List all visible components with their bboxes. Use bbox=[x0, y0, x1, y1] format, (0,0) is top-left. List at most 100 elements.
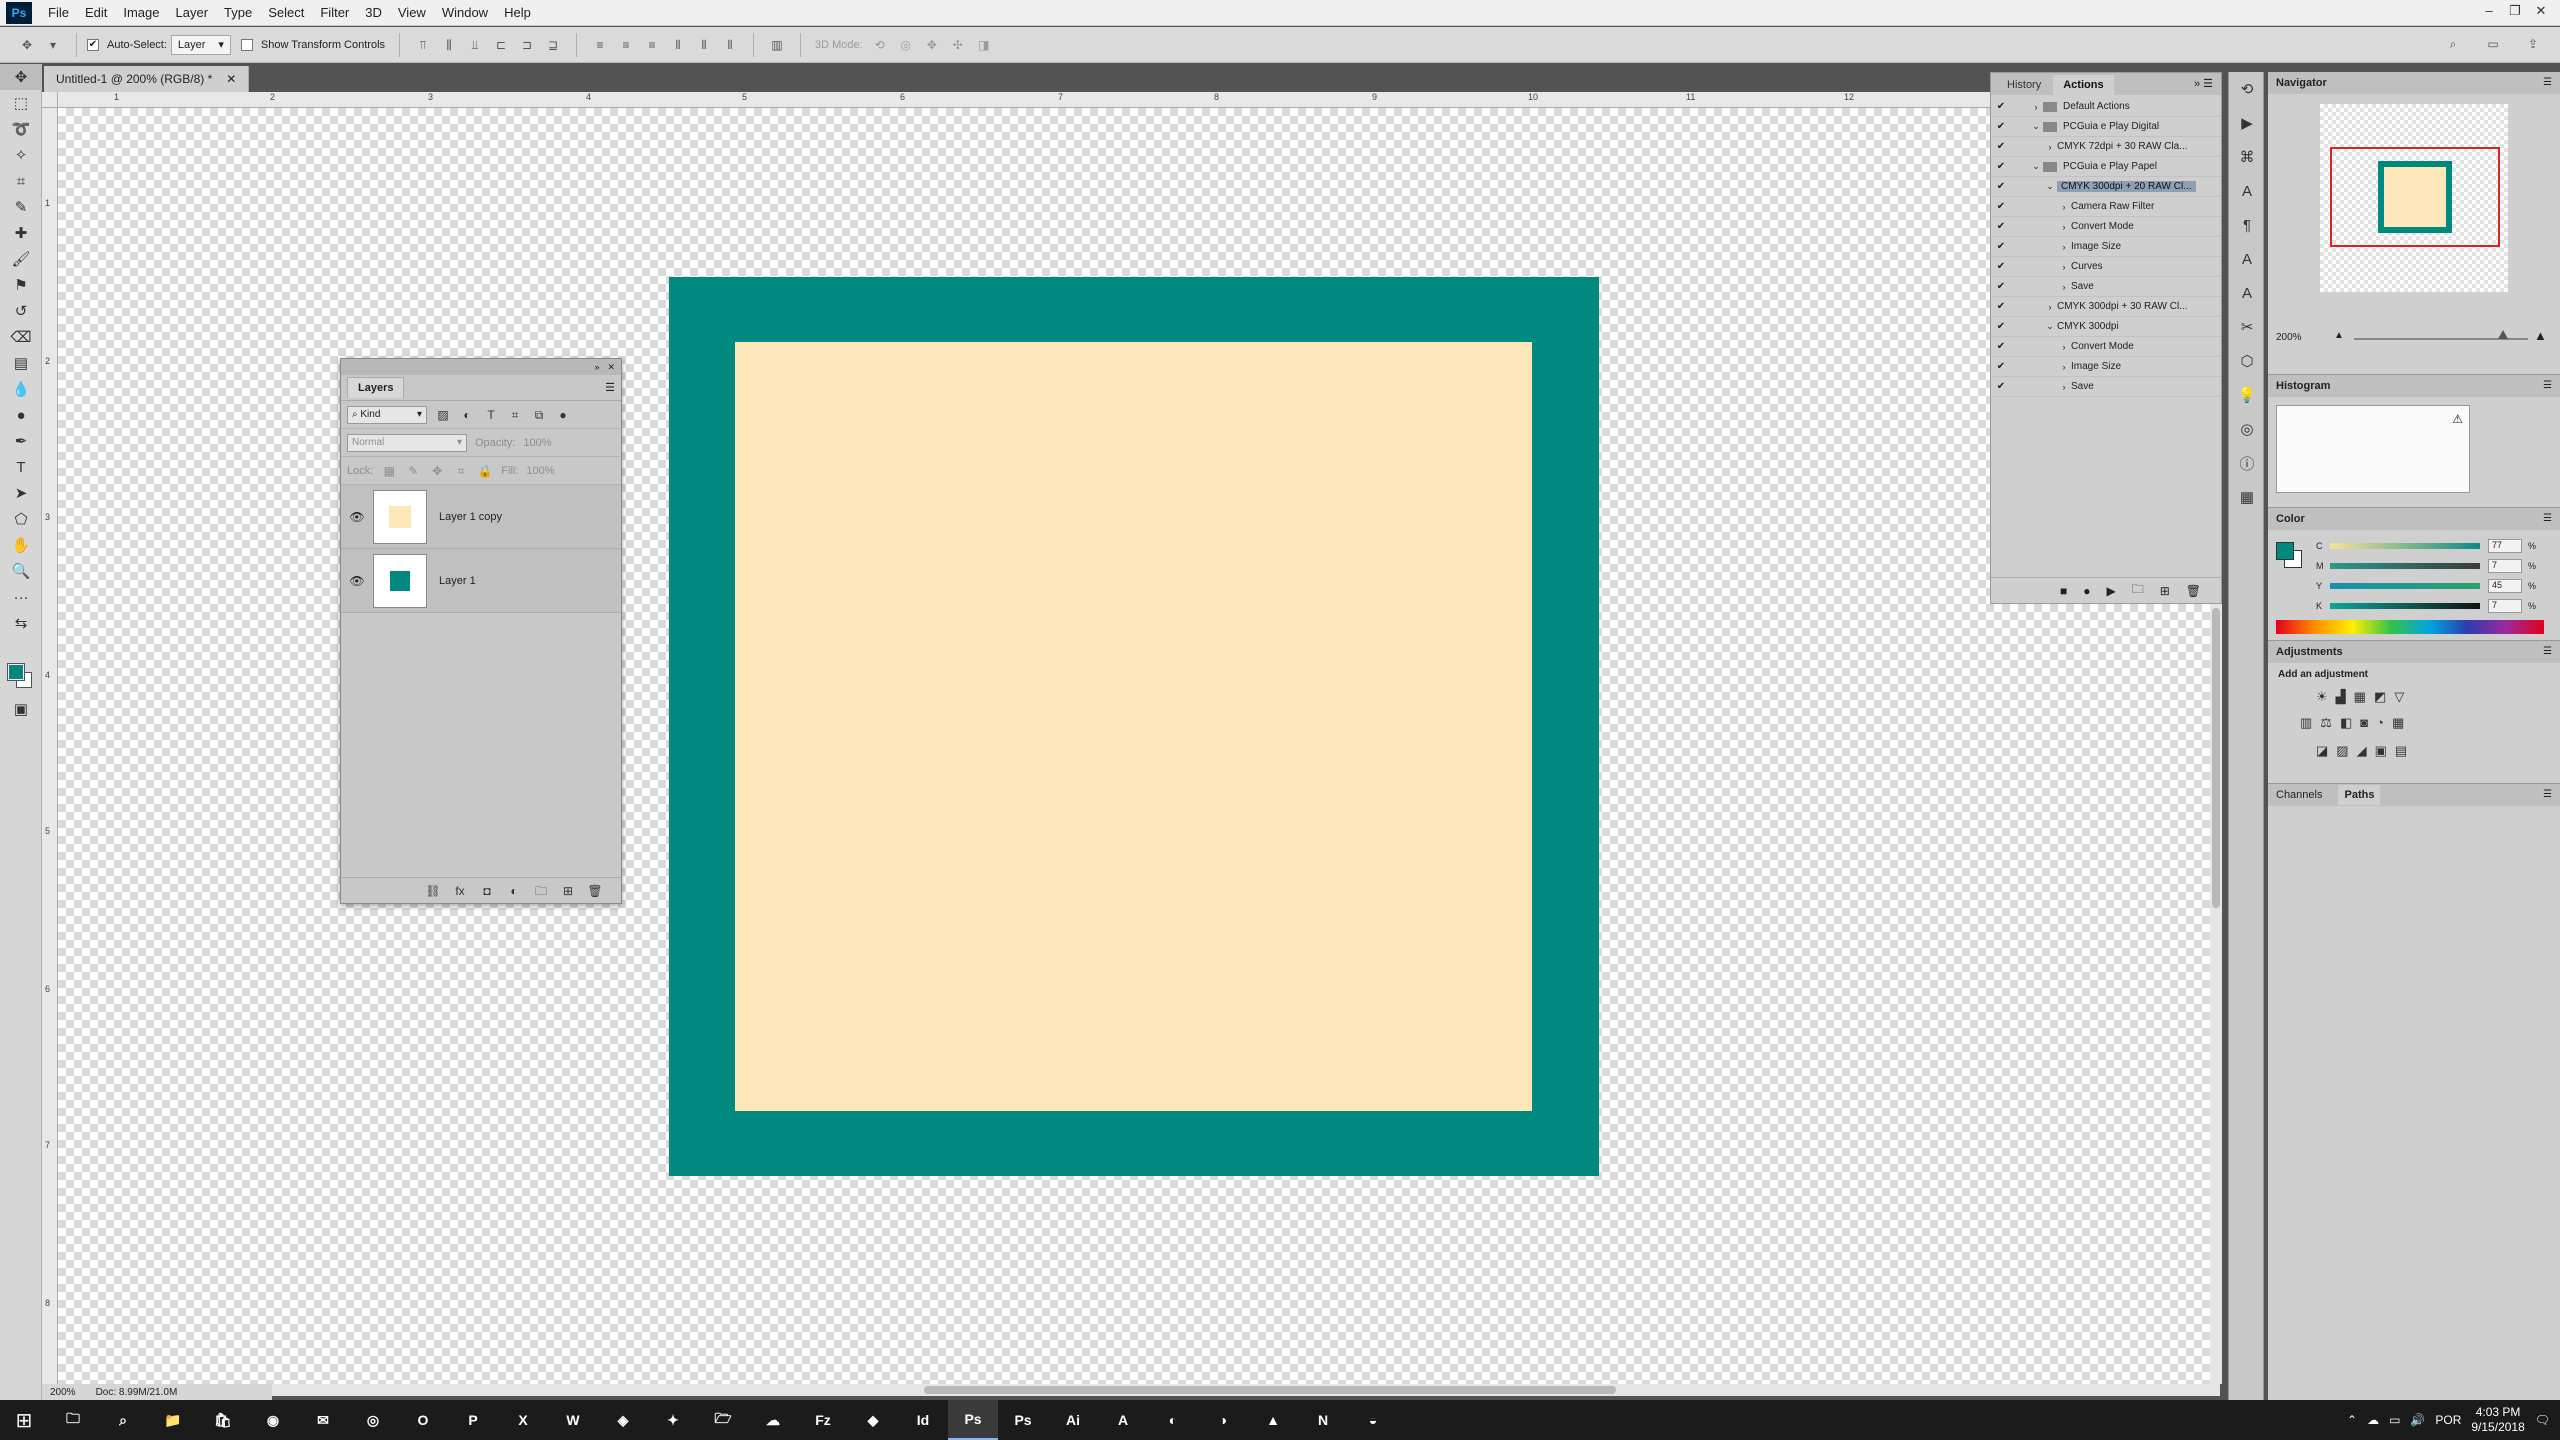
toggle-check-icon[interactable]: ✔ bbox=[1991, 261, 2011, 272]
toggle-check-icon[interactable]: ✔ bbox=[1991, 221, 2011, 232]
toggle-check-icon[interactable]: ✔ bbox=[1991, 101, 2011, 112]
new-action-icon[interactable]: ⊞ bbox=[2160, 584, 2170, 598]
workspace-icon[interactable]: ▭ bbox=[2484, 35, 2502, 53]
taskbar-chrome-icon[interactable]: ◉ bbox=[248, 1400, 298, 1440]
swatches-icon[interactable]: ▦ bbox=[2229, 480, 2265, 514]
distribute-bottom-icon[interactable]: ≡ bbox=[643, 36, 661, 54]
cyan-slider[interactable] bbox=[2330, 543, 2480, 549]
restore-button[interactable]: ❐ bbox=[2502, 0, 2528, 22]
show-transform-checkbox[interactable] bbox=[240, 38, 253, 51]
toggle-check-icon[interactable]: ✔ bbox=[1991, 281, 2011, 292]
action-row[interactable]: ✔ › CMYK 72dpi + 30 RAW Cla... bbox=[1991, 137, 2221, 157]
pen-tool-icon[interactable]: ✒ bbox=[0, 428, 42, 454]
magic-wand-tool-icon[interactable]: ✧ bbox=[0, 142, 42, 168]
action-row[interactable]: ✔ › Curves bbox=[1991, 257, 2221, 277]
taskbar-photoshop-alt-icon[interactable]: Ps bbox=[998, 1400, 1048, 1440]
toggle-check-icon[interactable]: ✔ bbox=[1991, 181, 2011, 192]
lock-position-icon[interactable]: ✥ bbox=[429, 463, 445, 479]
distribute-right-icon[interactable]: ⦀ bbox=[721, 36, 739, 54]
dialog-toggle[interactable] bbox=[2011, 341, 2025, 353]
link-layers-icon[interactable]: ⛓ bbox=[425, 883, 441, 899]
distribute-left-icon[interactable]: ⦀ bbox=[669, 36, 687, 54]
toggle-check-icon[interactable]: ✔ bbox=[1991, 341, 2011, 352]
cloud-icon[interactable]: ☁ bbox=[2367, 1413, 2379, 1427]
network-icon[interactable]: ▭ bbox=[2389, 1413, 2400, 1427]
navigator-preview[interactable] bbox=[2320, 104, 2508, 292]
styles-icon[interactable]: ◎ bbox=[2229, 412, 2265, 446]
adjustments-title[interactable]: Adjustments bbox=[2276, 646, 2343, 658]
libraries-icon[interactable]: ⌘ bbox=[2229, 140, 2265, 174]
toggle-check-icon[interactable]: ✔ bbox=[1991, 241, 2011, 252]
lock-transparent-icon[interactable]: ▦ bbox=[381, 463, 397, 479]
taskbar-word-icon[interactable]: W bbox=[548, 1400, 598, 1440]
taskbar-adobe-cc-icon[interactable]: ◈ bbox=[598, 1400, 648, 1440]
action-row[interactable]: ✔ › CMYK 300dpi + 30 RAW Cl... bbox=[1991, 297, 2221, 317]
action-row[interactable]: ✔ ⌄ PCGuia e Play Digital bbox=[1991, 117, 2221, 137]
fill-value[interactable]: 100% bbox=[526, 465, 554, 477]
action-row[interactable]: ✔ › Default Actions bbox=[1991, 97, 2221, 117]
volume-icon[interactable]: 🔊 bbox=[2410, 1413, 2425, 1427]
panel-menu-icon[interactable]: ☰ bbox=[2543, 513, 2552, 524]
expand-chevron-icon[interactable]: › bbox=[2057, 242, 2071, 252]
distribute-vcenter-icon[interactable]: ≡ bbox=[617, 36, 635, 54]
black-value[interactable]: 7 bbox=[2488, 599, 2522, 613]
tray-chevron-icon[interactable]: ⌃ bbox=[2347, 1413, 2357, 1427]
start-button-icon[interactable]: ⊞ bbox=[0, 1400, 48, 1440]
taskbar-excel-icon[interactable]: X bbox=[498, 1400, 548, 1440]
filter-adjustment-icon[interactable]: ◐ bbox=[459, 407, 475, 423]
action-row[interactable]: ✔ › Save bbox=[1991, 377, 2221, 397]
taskbar-app-3-icon[interactable]: ◒ bbox=[1348, 1400, 1398, 1440]
screen-mode-icon[interactable]: ▣ bbox=[0, 696, 42, 722]
expand-chevron-icon[interactable]: › bbox=[2043, 302, 2057, 312]
eyedropper-tool-icon[interactable]: ✎ bbox=[0, 194, 42, 220]
share-icon[interactable]: ⇪ bbox=[2524, 35, 2542, 53]
threshold-icon[interactable]: ◢ bbox=[2357, 743, 2367, 759]
zoom-tool-icon[interactable]: 🔍 bbox=[0, 558, 42, 584]
expand-chevron-icon[interactable]: ⌄ bbox=[2043, 181, 2057, 192]
foreground-color-swatch[interactable] bbox=[7, 663, 25, 681]
toggle-check-icon[interactable]: ✔ bbox=[1991, 361, 2011, 372]
levels-icon[interactable]: ▟ bbox=[2336, 689, 2346, 705]
dialog-toggle[interactable] bbox=[2011, 361, 2025, 373]
dialog-toggle[interactable] bbox=[2011, 141, 2025, 153]
close-tab-icon[interactable]: ✕ bbox=[226, 72, 236, 86]
dodge-tool-icon[interactable]: ● bbox=[0, 402, 42, 428]
filter-shape-icon[interactable]: ⌗ bbox=[507, 407, 523, 423]
expand-chevron-icon[interactable]: › bbox=[2043, 142, 2057, 152]
visibility-eye-icon[interactable]: 👁 bbox=[347, 510, 367, 524]
new-set-icon[interactable]: 🗀 bbox=[2132, 580, 2144, 601]
zoom-out-icon[interactable]: ▲ bbox=[2334, 330, 2344, 341]
toggle-check-icon[interactable]: ✔ bbox=[1991, 121, 2011, 132]
record-icon[interactable]: ● bbox=[2083, 584, 2090, 598]
taskbar-onedrive-icon[interactable]: ☁ bbox=[748, 1400, 798, 1440]
expand-chevron-icon[interactable]: › bbox=[2057, 342, 2071, 352]
dialog-toggle[interactable] bbox=[2011, 301, 2025, 313]
expand-chevron-icon[interactable]: › bbox=[2057, 382, 2071, 392]
layer-row[interactable]: 👁 Layer 1 bbox=[341, 549, 621, 613]
move-tool-icon[interactable]: ✥ bbox=[18, 36, 36, 54]
taskbar-powerpoint-icon[interactable]: P bbox=[448, 1400, 498, 1440]
panel-menu-icon[interactable]: ☰ bbox=[2543, 646, 2552, 657]
crop-tool-icon[interactable]: ⌗ bbox=[0, 168, 42, 194]
toggle-check-icon[interactable]: ✔ bbox=[1991, 301, 2011, 312]
auto-select-checkbox[interactable]: ✔ bbox=[87, 38, 99, 51]
yellow-value[interactable]: 45 bbox=[2488, 579, 2522, 593]
opacity-value[interactable]: 100% bbox=[523, 437, 551, 449]
taskbar-file-explorer-icon[interactable]: ⌕ bbox=[98, 1400, 148, 1440]
action-row[interactable]: ✔ › Image Size bbox=[1991, 237, 2221, 257]
layer-row[interactable]: 👁 Layer 1 copy bbox=[341, 485, 621, 549]
align-hcenter-icon[interactable]: ⊐ bbox=[518, 36, 536, 54]
histogram-title[interactable]: Histogram bbox=[2276, 380, 2330, 392]
expand-chevron-icon[interactable]: ⌄ bbox=[2029, 161, 2043, 172]
horizontal-scrollbar[interactable] bbox=[58, 1384, 2220, 1396]
filter-smart-object-icon[interactable]: ⧉ bbox=[531, 407, 547, 423]
move-tool-icon[interactable]: ✥ bbox=[0, 64, 42, 90]
taskbar-search-icon[interactable]: 🗀 bbox=[48, 1400, 98, 1440]
toggle-check-icon[interactable]: ✔ bbox=[1991, 321, 2011, 332]
minimize-button[interactable]: – bbox=[2476, 0, 2502, 22]
default-colors-icon[interactable]: ⇆ bbox=[0, 610, 42, 636]
menu-layer[interactable]: Layer bbox=[168, 0, 217, 26]
filter-type-icon[interactable]: T bbox=[483, 407, 499, 423]
dialog-toggle[interactable] bbox=[2011, 281, 2025, 293]
curves-icon[interactable]: ▦ bbox=[2354, 689, 2366, 705]
